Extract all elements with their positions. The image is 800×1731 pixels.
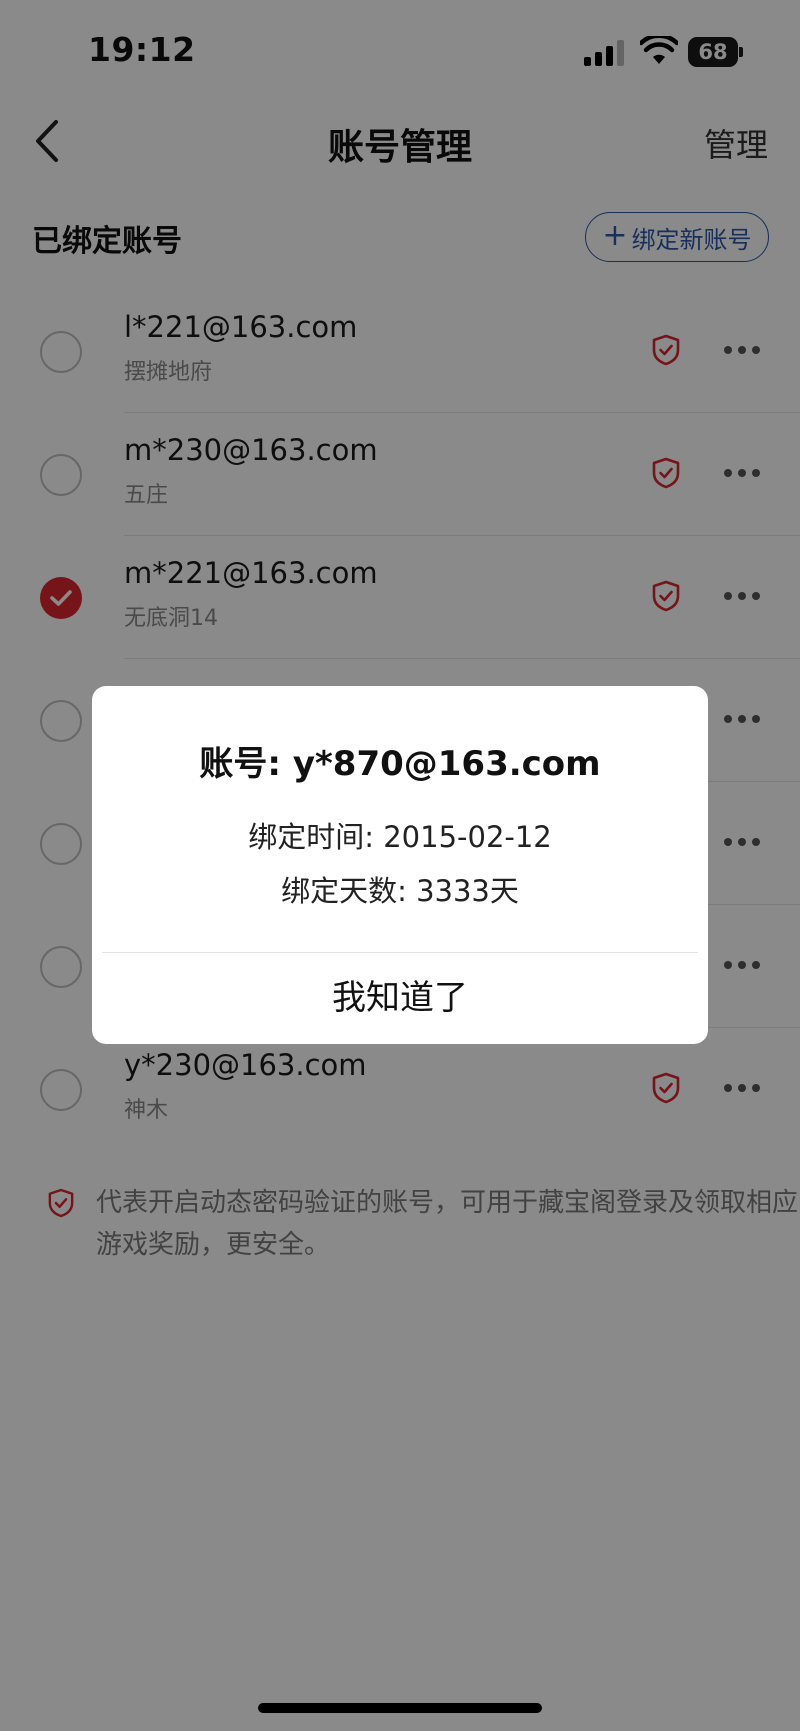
dialog-title: 账号: y*870@163.com bbox=[199, 744, 601, 784]
account-info-dialog: 账号: y*870@163.com 绑定时间: 2015-02-12 绑定天数:… bbox=[92, 686, 708, 1044]
got-it-button[interactable]: 我知道了 bbox=[92, 952, 708, 1044]
bind-time-text: 绑定时间: 2015-02-12 bbox=[248, 820, 552, 854]
bind-days-text: 绑定天数: 3333天 bbox=[281, 874, 519, 908]
